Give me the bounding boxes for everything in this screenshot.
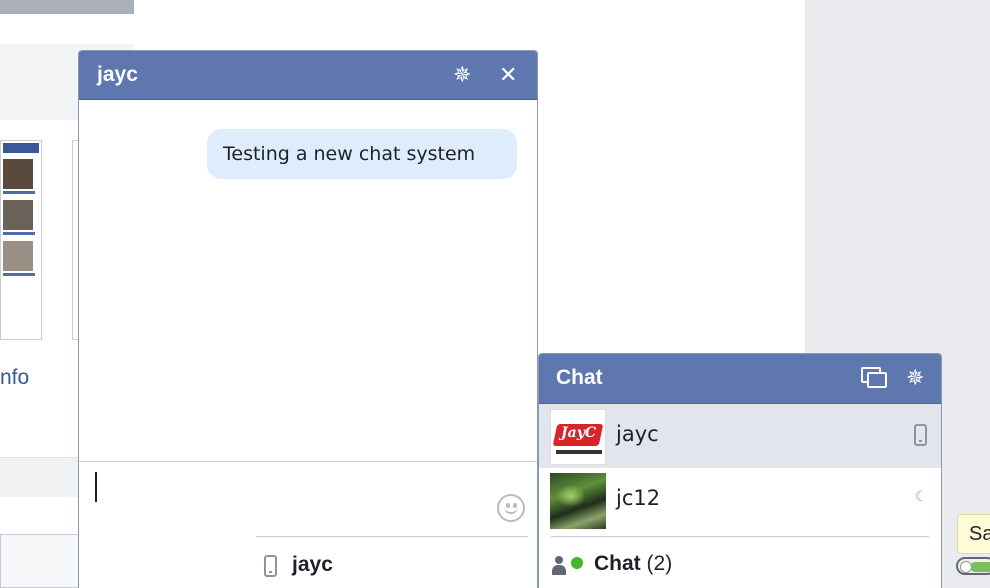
contact-name: jc12 (616, 486, 661, 510)
moon-icon: ☾ (914, 488, 927, 504)
buddy-list-divider (551, 536, 929, 537)
page-background-band (0, 457, 80, 497)
page-thumbnail-preview[interactable] (0, 140, 42, 340)
person-icon (552, 556, 566, 576)
phone-icon (264, 555, 277, 577)
conversation-title[interactable]: jayc (97, 63, 138, 87)
message-input[interactable] (79, 461, 537, 539)
gear-icon[interactable]: ✵ (906, 366, 924, 390)
page-top-bar (0, 0, 134, 14)
avatar (550, 473, 606, 529)
text-caret (95, 472, 97, 502)
chat-conversation-window: jayc ✵ ✕ Testing a new chat system (78, 50, 538, 588)
buddy-list-panel: Chat ✵ JayC jayc jc12 ☾ Chat (2) (538, 353, 942, 588)
avatar: JayC (550, 409, 606, 465)
toggle-switch[interactable] (956, 557, 990, 575)
gear-icon[interactable]: ✵ (453, 63, 471, 87)
contact-row-jc12[interactable]: jc12 ☾ (539, 468, 941, 532)
chat-sidebar-toggle[interactable]: Chat (2) (539, 552, 941, 588)
online-status-dot (571, 557, 583, 569)
phone-icon (914, 424, 927, 446)
chat-bar-label: Chat (2) (594, 552, 673, 575)
chat-tab-jayc[interactable]: jayc (256, 536, 528, 588)
conversation-header[interactable]: jayc ✵ ✕ (79, 51, 537, 100)
contact-name: jayc (616, 422, 659, 446)
close-icon[interactable]: ✕ (499, 63, 517, 87)
chat-tab-label: jayc (292, 553, 333, 576)
contact-row-jayc[interactable]: JayC jayc (539, 404, 941, 468)
buddy-list-header[interactable]: Chat ✵ (539, 354, 941, 404)
buddy-list-title: Chat (556, 366, 603, 389)
emoji-icon[interactable] (497, 494, 525, 522)
tooltip: Sa (957, 514, 990, 554)
info-link[interactable]: nfo (0, 366, 29, 390)
outgoing-message-bubble: Testing a new chat system (207, 129, 517, 179)
